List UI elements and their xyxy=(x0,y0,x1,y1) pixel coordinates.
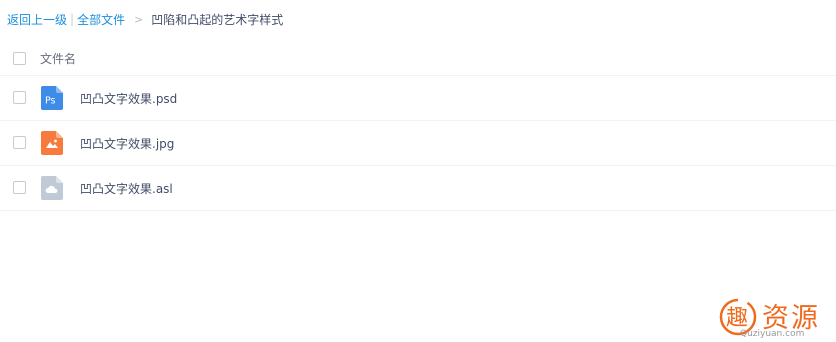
filename-column-header[interactable]: 文件名 xyxy=(40,50,76,67)
all-files-link[interactable]: 全部文件 xyxy=(77,11,125,28)
watermark-logo-char: 趣 xyxy=(726,306,748,331)
file-name[interactable]: 凹凸文字效果.psd xyxy=(80,90,177,107)
select-all-checkbox[interactable] xyxy=(13,52,26,65)
svg-text:Ps: Ps xyxy=(45,96,56,107)
generic-file-icon xyxy=(41,176,63,200)
image-file-icon xyxy=(41,131,63,155)
file-browser-page: 返回上一级 | 全部文件 > 凹陷和凸起的艺术字样式 文件名 Ps 凹凸文字效果… xyxy=(0,0,836,342)
file-checkbox[interactable] xyxy=(13,91,26,104)
watermark: 趣 资源 Quziyuan.com xyxy=(716,295,834,341)
file-name[interactable]: 凹凸文字效果.jpg xyxy=(80,135,174,152)
file-name[interactable]: 凹凸文字效果.asl xyxy=(80,180,173,197)
watermark-subtext: Quziyuan.com xyxy=(740,329,805,339)
breadcrumb-arrow-icon: > xyxy=(134,12,144,26)
breadcrumb-separator: | xyxy=(70,12,75,26)
file-row[interactable]: Ps 凹凸文字效果.psd xyxy=(0,76,836,121)
breadcrumb: 返回上一级 | 全部文件 > 凹陷和凸起的艺术字样式 xyxy=(7,11,283,27)
file-row[interactable]: 凹凸文字效果.asl xyxy=(0,166,836,211)
back-link[interactable]: 返回上一级 xyxy=(7,11,67,28)
file-checkbox[interactable] xyxy=(13,181,26,194)
photoshop-file-icon: Ps xyxy=(41,86,63,110)
file-checkbox[interactable] xyxy=(13,136,26,149)
file-row[interactable]: 凹凸文字效果.jpg xyxy=(0,121,836,166)
file-list-header: 文件名 xyxy=(0,40,836,76)
current-folder-name: 凹陷和凸起的艺术字样式 xyxy=(151,12,284,27)
file-list: 文件名 Ps 凹凸文字效果.psd 凹凸文字效果.jpg 凹凸文字效果.asl xyxy=(0,40,836,211)
